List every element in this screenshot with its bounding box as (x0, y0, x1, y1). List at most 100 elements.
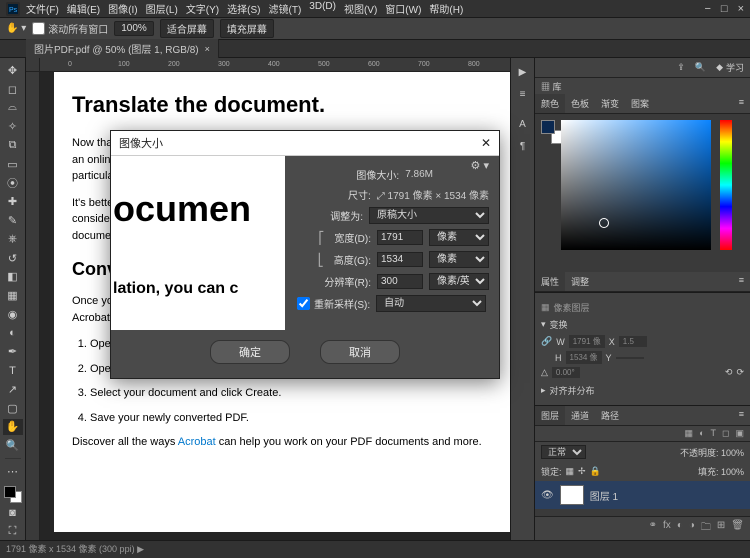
zoom-100-button[interactable]: 100% (114, 21, 154, 36)
window-max[interactable]: □ (721, 3, 728, 15)
width-unit-select[interactable]: 像素 (429, 229, 489, 246)
screenmode-tool[interactable]: ⛶ (3, 523, 23, 540)
opacity-field[interactable]: 100% (721, 448, 744, 458)
wand-tool[interactable]: ✧ (3, 118, 23, 135)
panel-menu-icon[interactable]: ≡ (733, 406, 750, 425)
char-icon[interactable]: A (515, 116, 531, 132)
scroll-all-checkbox[interactable]: 滚动所有窗口 (32, 21, 108, 36)
ok-button[interactable]: 确定 (210, 340, 290, 364)
menu-file[interactable]: 文件(F) (26, 1, 59, 16)
link-layers-icon[interactable]: ⚭ (649, 520, 657, 537)
flip-h-icon[interactable]: ⟲ (725, 367, 733, 378)
adj-icon[interactable]: ◑ (689, 520, 695, 537)
panel-menu-icon[interactable]: ≡ (733, 94, 750, 113)
tab-close[interactable]: × (205, 44, 210, 54)
crop-tool[interactable]: ⧉ (3, 137, 23, 154)
link-wh-icon[interactable]: ⎡ (318, 231, 324, 245)
fit-to-select[interactable]: 原稿大小 (369, 207, 489, 224)
x-field[interactable]: 1.5 (619, 336, 647, 347)
menu-3d[interactable]: 3D(D) (309, 1, 336, 16)
menu-help[interactable]: 帮助(H) (429, 1, 463, 16)
menu-view[interactable]: 视图(V) (344, 1, 377, 16)
mask-icon[interactable]: ◐ (677, 520, 683, 537)
brush-tool[interactable]: ✎ (3, 212, 23, 229)
tab-patterns[interactable]: 图案 (625, 94, 655, 113)
height-input[interactable] (377, 252, 423, 267)
para-icon[interactable]: ¶ (515, 138, 531, 154)
zoom-tool[interactable]: 🔍 (3, 437, 23, 454)
hand-tool-icon[interactable]: ✋ ▾ (6, 23, 26, 34)
resample-select[interactable]: 自动 (376, 295, 486, 312)
blur-tool[interactable]: ◉ (3, 306, 23, 323)
lock-all-icon[interactable]: 🔒 (590, 466, 601, 477)
edit-toolbar[interactable]: ⋯ (3, 463, 23, 480)
tab-properties[interactable]: 属性 (535, 272, 565, 291)
library-button[interactable]: ▦ 库 (541, 80, 562, 93)
filter-shape-icon[interactable]: ◻ (722, 428, 729, 439)
tab-layers[interactable]: 图层 (535, 406, 565, 425)
menu-filter[interactable]: 滤镜(T) (269, 1, 302, 16)
study-button[interactable]: ◆ 学习 (716, 61, 744, 74)
search-icon[interactable]: 🔍 (695, 62, 706, 73)
filter-pixel-icon[interactable]: ▦ (685, 428, 694, 439)
cancel-button[interactable]: 取消 (320, 340, 400, 364)
filter-type-icon[interactable]: T (711, 428, 717, 439)
dialog-close[interactable]: ✕ (481, 136, 491, 150)
color-field[interactable] (561, 120, 711, 250)
menu-select[interactable]: 选择(S) (227, 1, 260, 16)
delete-icon[interactable]: 🗑 (731, 520, 744, 537)
new-layer-icon[interactable]: ⊞ (717, 520, 725, 537)
acrobat-link[interactable]: Acrobat (178, 436, 216, 448)
type-tool[interactable]: T (3, 362, 23, 379)
lasso-tool[interactable]: ⌓ (3, 100, 23, 117)
layer-name[interactable]: 图层 1 (590, 488, 618, 503)
tab-channels[interactable]: 通道 (565, 406, 595, 425)
filter-adj-icon[interactable]: ◐ (699, 428, 704, 439)
history-icon[interactable]: ≡ (515, 86, 531, 102)
height-field[interactable]: 1534 像 (566, 351, 602, 364)
height-unit-select[interactable]: 像素 (429, 251, 489, 268)
blend-mode-select[interactable]: 正常 (541, 445, 586, 459)
resolution-unit-select[interactable]: 像素/英寸 (429, 273, 489, 290)
hue-slider[interactable] (720, 120, 732, 250)
tab-gradients[interactable]: 渐变 (595, 94, 625, 113)
dodge-tool[interactable]: ◐ (3, 325, 23, 342)
hand-tool[interactable]: ✋ (3, 419, 23, 436)
marquee-tool[interactable]: ◻ (3, 81, 23, 98)
tab-adjustments[interactable]: 调整 (565, 272, 595, 291)
gradient-tool[interactable]: ▦ (3, 287, 23, 304)
fill-field[interactable]: 100% (721, 467, 744, 477)
lock-pos-icon[interactable]: ✢ (578, 466, 586, 477)
share-icon[interactable]: ⇪ (677, 62, 685, 73)
link-wh-icon[interactable]: ⎣ (318, 253, 324, 267)
stamp-tool[interactable]: ⎈ (3, 231, 23, 248)
window-close[interactable]: × (738, 3, 744, 15)
color-swatch[interactable] (4, 486, 22, 503)
fill-screen-button[interactable]: 填充屏幕 (220, 19, 274, 38)
shape-tool[interactable]: ▢ (3, 400, 23, 417)
visibility-icon[interactable]: 👁 (541, 490, 554, 501)
angle-field[interactable]: 0.00° (552, 367, 580, 378)
gear-icon[interactable]: ⚙ ▾ (471, 159, 489, 172)
layer-thumbnail[interactable] (560, 485, 584, 505)
fit-screen-button[interactable]: 适合屏幕 (160, 19, 214, 38)
panel-menu-icon[interactable]: ≡ (733, 272, 750, 291)
tab-color[interactable]: 颜色 (535, 94, 565, 113)
history-brush-tool[interactable]: ↺ (3, 250, 23, 267)
width-input[interactable] (377, 230, 423, 245)
menu-window[interactable]: 窗口(W) (385, 1, 421, 16)
width-field[interactable]: 1791 像 (569, 335, 605, 348)
group-icon[interactable]: 🗀 (701, 520, 711, 537)
quickmask-tool[interactable]: ◙ (3, 505, 23, 522)
frame-tool[interactable]: ▭ (3, 156, 23, 173)
y-field[interactable] (616, 357, 644, 359)
menu-image[interactable]: 图像(I) (108, 1, 137, 16)
menu-edit[interactable]: 编辑(E) (67, 1, 100, 16)
document-tab[interactable]: 图片PDF.pdf @ 50% (图层 1, RGB/8) × (26, 39, 219, 58)
pen-tool[interactable]: ✒ (3, 343, 23, 360)
window-min[interactable]: − (704, 3, 710, 15)
resolution-input[interactable] (377, 274, 423, 289)
tab-paths[interactable]: 路径 (595, 406, 625, 425)
eraser-tool[interactable]: ◧ (3, 268, 23, 285)
resample-checkbox[interactable]: 重新采样(S): (297, 296, 370, 311)
